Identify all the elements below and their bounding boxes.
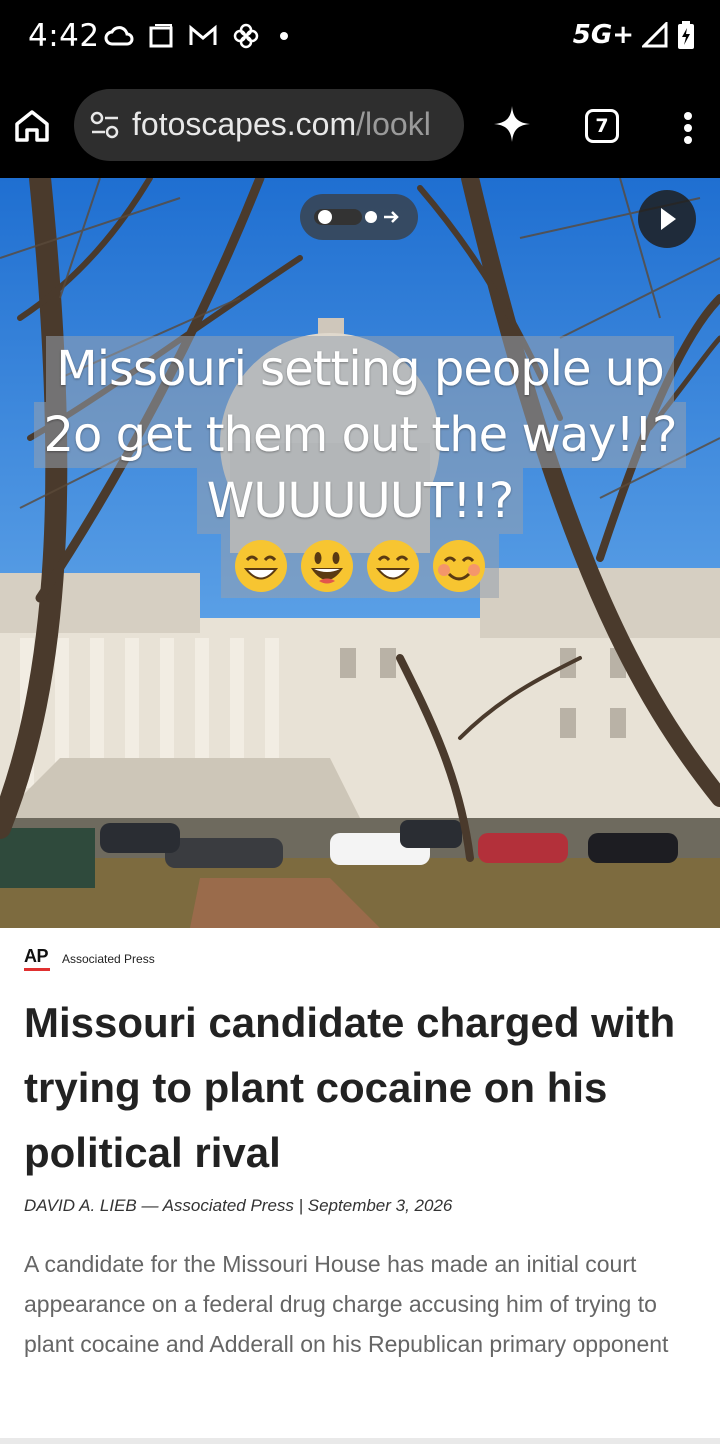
sparkle-icon[interactable] [492, 104, 532, 144]
home-button[interactable] [12, 106, 52, 146]
dot-icon [280, 32, 288, 40]
bottom-divider [0, 1438, 720, 1444]
publisher[interactable]: AP Associated Press [24, 946, 155, 972]
url-domain: fotoscapes.com [132, 106, 357, 142]
ap-logo: AP [24, 946, 52, 972]
caption-line-2: 2o get them out the way!!? [33, 402, 687, 468]
slide-dots-icon [314, 209, 399, 225]
tab-switcher-button[interactable]: 7 [585, 109, 619, 143]
network-label: 5G+ [572, 20, 634, 50]
article-headline[interactable]: Missouri candidate charged with trying t… [24, 990, 696, 1185]
overlay-caption: Missouri setting people up 2o get them o… [0, 336, 720, 599]
hero-image[interactable]: Missouri setting people up 2o get them o… [0, 178, 720, 928]
caption-line-3: WUUUUUT!!? [196, 468, 524, 534]
pinwheel-icon [233, 23, 259, 49]
browser-toolbar: fotoscapes.com/lookl 7 [0, 78, 720, 178]
play-button[interactable] [638, 190, 696, 248]
grinning-smiling-eyes-emoji-icon [367, 540, 419, 592]
grinning-smiling-eyes-emoji-icon [235, 540, 287, 592]
screen-icon [149, 24, 173, 48]
publisher-name: Associated Press [62, 952, 155, 966]
gmail-icon [189, 24, 217, 45]
cloud-icon [104, 26, 134, 46]
more-options-icon[interactable] [676, 108, 700, 148]
url-text[interactable]: fotoscapes.com/lookl [132, 106, 431, 143]
battery-charging-icon [678, 21, 694, 49]
ap-logo-text: AP [24, 946, 49, 966]
article-byline: DAVID A. LIEB — Associated Press | Septe… [24, 1196, 453, 1215]
site-settings-icon[interactable] [90, 111, 120, 139]
url-path: /lookl [356, 106, 431, 142]
emoji-row [221, 534, 499, 598]
status-time: 4:42 [28, 18, 100, 54]
status-icons-left [104, 22, 294, 50]
ap-logo-underline [24, 968, 50, 971]
status-icons-right: 5G+ [573, 20, 696, 50]
play-icon [661, 208, 676, 230]
url-bar[interactable]: fotoscapes.com/lookl [74, 89, 464, 161]
status-bar: 4:42 5G+ [0, 0, 720, 78]
article-summary: A candidate for the Missouri House has m… [24, 1251, 669, 1357]
signal-icon [642, 22, 668, 48]
caption-line-1: Missouri setting people up [46, 336, 674, 402]
grinning-face-emoji-icon [301, 540, 353, 592]
slide-indicator[interactable] [300, 194, 418, 240]
smiling-face-emoji-icon [433, 540, 485, 592]
